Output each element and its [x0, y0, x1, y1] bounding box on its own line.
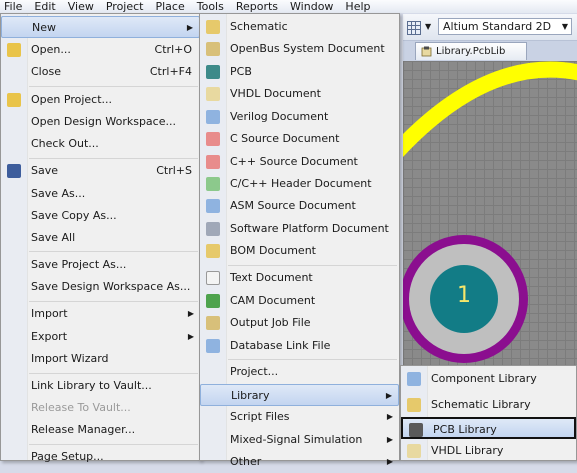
menu-item-software-platform[interactable]: Software Platform Document	[200, 218, 399, 240]
menu-view[interactable]: View	[62, 0, 100, 13]
menu-help[interactable]: Help	[339, 0, 376, 13]
c-header-icon	[206, 177, 220, 191]
verilog-icon	[206, 110, 220, 124]
bom-icon	[206, 244, 220, 258]
menu-item-c-source[interactable]: C Source Document	[200, 128, 399, 150]
menu-item-verilog-document[interactable]: Verilog Document	[200, 106, 399, 128]
pad-number: 1	[457, 283, 471, 308]
submenu-arrow-icon: ▶	[187, 332, 194, 341]
menu-item-c-header[interactable]: C/C++ Header Document	[200, 173, 399, 195]
menu-tools[interactable]: Tools	[191, 0, 230, 13]
submenu-arrow-icon: ▶	[186, 23, 193, 32]
menu-item-open[interactable]: Open... Ctrl+O	[1, 39, 200, 61]
menu-item-output-job[interactable]: Output Job File	[200, 312, 399, 334]
asm-source-icon	[206, 199, 220, 213]
database-link-icon	[206, 339, 220, 353]
menu-item-schematic[interactable]: Schematic	[200, 16, 399, 38]
c-source-icon	[206, 132, 220, 146]
menu-reports[interactable]: Reports	[230, 0, 284, 13]
menu-item-project[interactable]: Project...	[200, 361, 399, 383]
menu-item-pcb-library[interactable]: PCB Library	[401, 417, 576, 439]
menu-item-open-workspace[interactable]: Open Design Workspace...	[1, 111, 200, 133]
submenu-arrow-icon: ▶	[385, 391, 392, 400]
menu-item-open-project[interactable]: Open Project...	[1, 89, 200, 111]
menu-item-cpp-source[interactable]: C++ Source Document	[200, 151, 399, 173]
menu-item-save-copy-as[interactable]: Save Copy As...	[1, 205, 200, 227]
menu-item-link-library-to-vault[interactable]: Link Library to Vault...	[1, 375, 200, 397]
toolbar: ▼ Altium Standard 2D ▼	[403, 14, 577, 41]
menu-item-release-manager[interactable]: Release Manager...	[1, 419, 200, 441]
menu-item-asm-source[interactable]: ASM Source Document	[200, 195, 399, 217]
menu-item-import[interactable]: Import ▶	[1, 303, 200, 325]
menu-item-save[interactable]: Save Ctrl+S	[1, 160, 200, 182]
menu-item-script-files[interactable]: Script Files ▶	[200, 406, 399, 428]
vhdl-icon	[206, 87, 220, 101]
software-platform-icon	[206, 222, 220, 236]
menu-item-save-project-as[interactable]: Save Project As...	[1, 254, 200, 276]
open-folder-icon	[7, 43, 21, 57]
new-submenu: Schematic OpenBus System Document PCB VH…	[199, 13, 400, 468]
submenu-arrow-icon: ▶	[386, 457, 393, 466]
menu-item-save-workspace-as[interactable]: Save Design Workspace As...	[1, 276, 200, 298]
chevron-down-icon: ▼	[561, 22, 568, 31]
menu-item-database-link[interactable]: Database Link File	[200, 335, 399, 357]
tab-label: Library.PcbLib	[436, 46, 506, 57]
vhdl-library-icon	[407, 444, 421, 458]
menu-item-bom-document[interactable]: BOM Document	[200, 240, 399, 262]
menu-project[interactable]: Project	[100, 0, 150, 13]
menu-file[interactable]: File	[0, 0, 28, 13]
output-job-icon	[206, 316, 220, 330]
menu-item-new[interactable]: New ▶	[1, 16, 200, 38]
menu-item-export[interactable]: Export ▶	[1, 326, 200, 348]
menu-place[interactable]: Place	[149, 0, 190, 13]
menu-item-component-library[interactable]: Component Library	[401, 368, 576, 390]
menu-item-import-wizard[interactable]: Import Wizard	[1, 348, 200, 370]
pcb-library-icon	[409, 423, 423, 437]
menu-item-mixed-signal-simulation[interactable]: Mixed-Signal Simulation ▶	[200, 429, 399, 451]
chevron-down-icon[interactable]: ▼	[425, 22, 431, 31]
menu-item-vhdl-library[interactable]: VHDL Library	[401, 440, 576, 462]
submenu-arrow-icon: ▶	[187, 309, 194, 318]
menu-item-check-out[interactable]: Check Out...	[1, 133, 200, 155]
text-document-icon	[206, 271, 220, 285]
save-icon	[7, 164, 21, 178]
yellow-track-arc	[403, 61, 577, 158]
grid-icon[interactable]	[407, 21, 421, 35]
cam-icon	[206, 294, 220, 308]
submenu-arrow-icon: ▶	[386, 435, 393, 444]
cpp-source-icon	[206, 155, 220, 169]
menu-item-vhdl-document[interactable]: VHDL Document	[200, 83, 399, 105]
menu-item-openbus[interactable]: OpenBus System Document	[200, 38, 399, 60]
submenu-arrow-icon: ▶	[386, 412, 393, 421]
menu-item-save-all[interactable]: Save All	[1, 227, 200, 249]
menu-bar: File Edit View Project Place Tools Repor…	[0, 0, 577, 13]
schematic-icon	[206, 20, 220, 34]
menu-item-schematic-library[interactable]: Schematic Library	[401, 394, 576, 416]
component-library-icon	[407, 372, 421, 386]
menu-window[interactable]: Window	[284, 0, 339, 13]
menu-edit[interactable]: Edit	[28, 0, 61, 13]
menu-item-pcb[interactable]: PCB	[200, 61, 399, 83]
menu-item-cam-document[interactable]: CAM Document	[200, 290, 399, 312]
open-project-icon	[7, 93, 21, 107]
tab-library-pcblib[interactable]: Library.PcbLib	[415, 42, 527, 60]
openbus-icon	[206, 42, 220, 56]
menu-item-other[interactable]: Other ▶	[200, 451, 399, 473]
pcb-library-icon	[421, 46, 432, 57]
document-tab-strip: Library.PcbLib	[403, 41, 577, 61]
menu-item-release-to-vault: Release To Vault...	[31, 401, 131, 414]
schematic-library-icon	[407, 398, 421, 412]
menu-item-text-document[interactable]: Text Document	[200, 267, 399, 289]
file-menu: New ▶ Open... Ctrl+O Close Ctrl+F4 Open Pro…	[0, 13, 201, 463]
menu-item-save-as[interactable]: Save As...	[1, 183, 200, 205]
view-mode-select[interactable]: Altium Standard 2D ▼	[438, 18, 572, 35]
library-submenu: Component Library Schematic Library PCB …	[400, 365, 577, 461]
menu-item-page-setup[interactable]: Page Setup...	[1, 446, 200, 468]
menu-item-library[interactable]: Library ▶	[200, 384, 399, 406]
view-mode-value: Altium Standard 2D	[443, 20, 552, 33]
pcb-icon	[206, 65, 220, 79]
menu-item-close[interactable]: Close Ctrl+F4	[1, 61, 200, 83]
